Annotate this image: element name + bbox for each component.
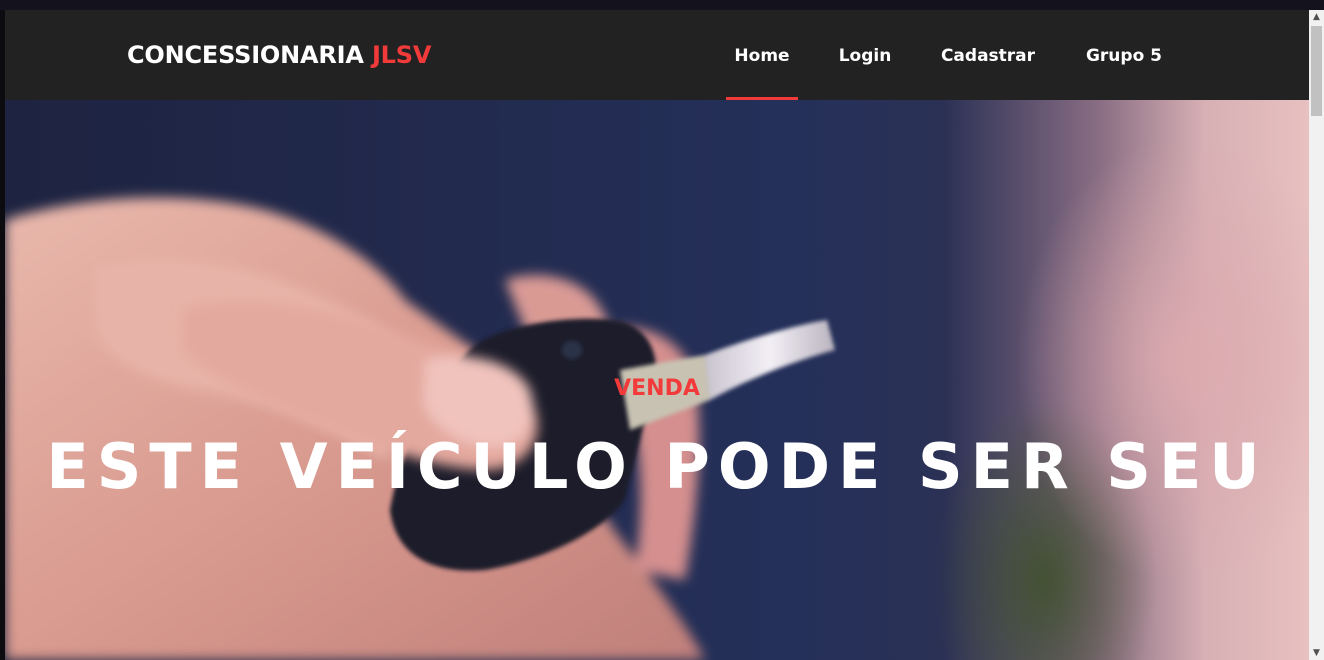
vertical-scrollbar[interactable]: ▲ ▼	[1309, 10, 1324, 660]
navbar: CONCESSIONARIA JLSV Home Login Cadastrar…	[5, 10, 1309, 100]
window-top-strip	[0, 0, 1324, 10]
hero-banner: VENDA ESTE VEÍCULO PODE SER SEU	[5, 100, 1309, 660]
nav-cadastrar[interactable]: Cadastrar	[935, 10, 1041, 100]
nav-grupo-5[interactable]: Grupo 5	[1081, 10, 1167, 100]
brand-accent: JLSV	[371, 41, 432, 69]
hero-tag: VENDA	[614, 376, 700, 401]
scrollbar-thumb[interactable]	[1311, 26, 1322, 116]
brand-logo[interactable]: CONCESSIONARIA JLSV	[127, 41, 431, 69]
chevron-down-icon[interactable]: ▼	[1309, 646, 1324, 660]
brand-main: CONCESSIONARIA	[127, 41, 364, 69]
page: CONCESSIONARIA JLSV Home Login Cadastrar…	[5, 10, 1309, 660]
nav-home[interactable]: Home	[726, 10, 798, 100]
nav-login[interactable]: Login	[831, 10, 899, 100]
chevron-up-icon[interactable]: ▲	[1309, 10, 1324, 24]
hero-title: ESTE VEÍCULO PODE SER SEU	[46, 430, 1268, 503]
